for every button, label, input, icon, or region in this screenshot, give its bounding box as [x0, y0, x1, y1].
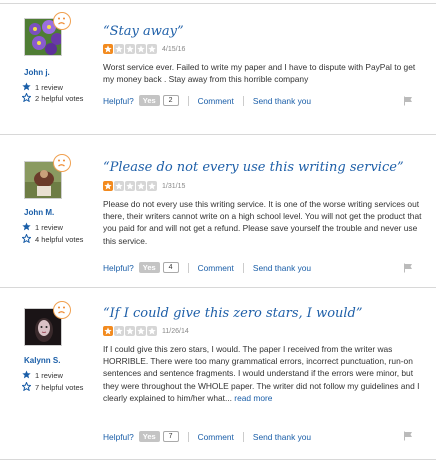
review-card: Kalynn S. 1 review 7 helpful votes “If I… [0, 290, 436, 463]
star-icon [125, 181, 135, 191]
divider [187, 431, 189, 442]
review-count: 1 review [22, 82, 63, 93]
reviewer-name[interactable]: John j. [24, 68, 50, 77]
helpful-votes: 7 helpful votes [21, 381, 83, 393]
divider [242, 95, 244, 106]
helpful-label: Helpful? [103, 431, 134, 442]
review-count: 1 review [22, 222, 63, 233]
helpful-count: 2 [162, 95, 179, 106]
star-icon [147, 326, 157, 336]
star-icon [125, 326, 135, 336]
star-rating: 1/31/15 [103, 181, 185, 191]
divider [187, 262, 189, 273]
review-date: 4/15/16 [162, 45, 186, 53]
star-icon [114, 44, 124, 54]
divider [242, 262, 244, 273]
star-rating: 4/15/16 [103, 44, 185, 54]
divider [187, 95, 189, 106]
reviewer-name[interactable]: John M. [24, 208, 54, 217]
review-body: Worst service ever. Failed to write my p… [103, 62, 416, 85]
star-rating: 11/26/14 [103, 326, 189, 336]
star-icon [103, 326, 113, 336]
divider-review [0, 287, 436, 288]
star-icon [136, 326, 146, 336]
star-icon [114, 181, 124, 191]
helpful-label: Helpful? [103, 262, 134, 273]
helpful-yes-button[interactable]: Yes [138, 95, 160, 106]
sad-face-icon [53, 12, 71, 30]
flag-icon[interactable] [403, 263, 413, 273]
comment-link[interactable]: Comment [198, 432, 234, 442]
review-actions: Helpful? Yes 2 Comment Send thank you [103, 95, 311, 106]
star-icon [125, 44, 135, 54]
review-body: Please do not every use this writing ser… [103, 199, 422, 246]
review-title[interactable]: “Please do not every use this writing se… [103, 160, 404, 175]
star-icon [103, 44, 113, 54]
divider-review [0, 134, 436, 135]
helpful-label: Helpful? [103, 95, 134, 106]
star-icon [147, 44, 157, 54]
helpful-count: 7 [162, 431, 179, 442]
review-actions: Helpful? Yes 7 Comment Send thank you [103, 431, 311, 442]
review-date: 1/31/15 [162, 182, 186, 190]
review-count-icon [22, 82, 31, 93]
review-card: John M. 1 review 4 helpful votes “Please… [0, 140, 436, 290]
review-title[interactable]: “If I could give this zero stars, I woul… [103, 306, 363, 321]
helpful-star-icon [21, 381, 32, 393]
star-icon [114, 326, 124, 336]
star-icon [103, 181, 113, 191]
sad-face-icon [53, 301, 71, 319]
review-title[interactable]: “Stay away” [103, 24, 184, 39]
star-icon [147, 181, 157, 191]
helpful-star-icon [21, 92, 32, 104]
helpful-votes: 4 helpful votes [21, 233, 83, 245]
comment-link[interactable]: Comment [198, 263, 234, 273]
review-count-icon [22, 222, 31, 233]
review-card: John j. 1 review 2 helpful votes “Stay a… [0, 0, 436, 130]
helpful-yes-button[interactable]: Yes [138, 262, 160, 273]
review-actions: Helpful? Yes 4 Comment Send thank you [103, 262, 311, 273]
helpful-yes-button[interactable]: Yes [138, 431, 160, 442]
send-thank-you-link[interactable]: Send thank you [253, 96, 311, 106]
send-thank-you-link[interactable]: Send thank you [253, 263, 311, 273]
helpful-count: 4 [162, 262, 179, 273]
helpful-votes: 2 helpful votes [21, 92, 83, 104]
review-body: If I could give this zero stars, I would… [103, 344, 420, 403]
flag-icon[interactable] [403, 96, 413, 106]
review-count: 1 review [22, 370, 63, 381]
star-icon [136, 181, 146, 191]
helpful-star-icon [21, 233, 32, 245]
sad-face-icon [53, 154, 71, 172]
review-count-icon [22, 370, 31, 381]
star-icon [136, 44, 146, 54]
flag-icon[interactable] [403, 431, 413, 441]
send-thank-you-link[interactable]: Send thank you [253, 432, 311, 442]
read-more-link[interactable]: read more [234, 393, 272, 403]
divider [242, 431, 244, 442]
comment-link[interactable]: Comment [198, 96, 234, 106]
review-date: 11/26/14 [162, 327, 189, 335]
reviewer-name[interactable]: Kalynn S. [24, 356, 60, 365]
divider-bottom [0, 459, 436, 460]
